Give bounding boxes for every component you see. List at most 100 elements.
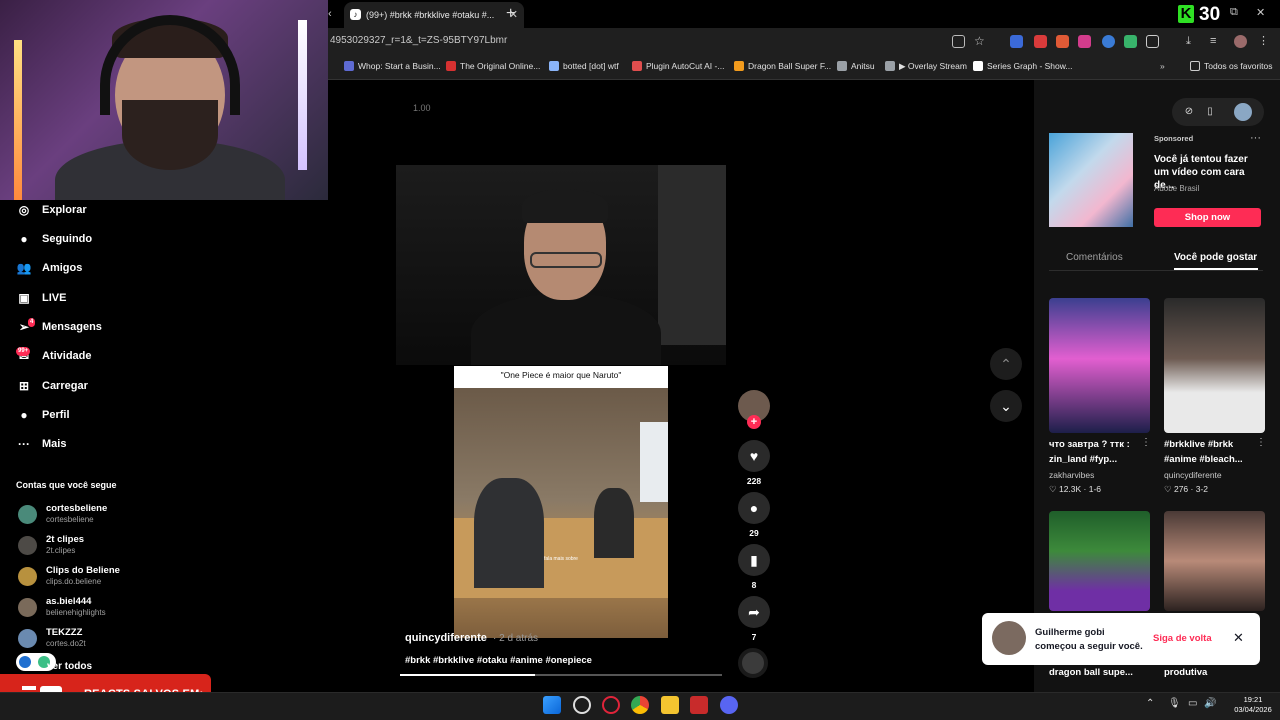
bookmark-star-icon[interactable]: ☆ (974, 35, 987, 48)
profile-icon: ● (20, 408, 28, 422)
video-author[interactable]: quincydiferente (405, 632, 487, 644)
restore-window-icon[interactable]: ⧉ (1230, 6, 1238, 19)
sponsored-label: Sponsored (1154, 134, 1194, 143)
all-bookmarks-folder[interactable]: Todos os favoritos (1190, 61, 1273, 71)
discord-icon[interactable] (720, 696, 738, 714)
clock-date: 03/04/2026 (1234, 705, 1272, 714)
led-light-right (298, 20, 307, 170)
close-window-icon[interactable]: ✕ (1256, 6, 1265, 19)
opera-gx-icon[interactable] (602, 696, 620, 714)
recommended-video-thumbnail[interactable] (1164, 511, 1265, 611)
phone-icon[interactable]: ▯ (1203, 105, 1217, 119)
recommended-video-stats: ♡ 12.3K · 1-6 (1049, 484, 1102, 494)
next-video-button[interactable]: ⌄ (990, 390, 1022, 422)
original-online-favicon-icon (446, 61, 456, 71)
user-avatar[interactable] (1234, 103, 1252, 121)
bookmark-anitsu[interactable]: Anitsu (837, 61, 875, 71)
volume-icon[interactable]: 🔊 (1204, 698, 1216, 709)
bookmark-whop[interactable]: Whop: Start a Busin... (344, 61, 441, 71)
account-handle: clips.do.beliene (46, 577, 102, 586)
messages-badge: 4 (28, 318, 36, 327)
ad-thumbnail[interactable] (1049, 133, 1133, 227)
card-more-icon[interactable]: ⋮ (1141, 437, 1151, 448)
account-handle: cortesbeliene (46, 515, 94, 524)
bookmark-botted[interactable]: botted [dot] wtf (549, 61, 619, 71)
tab-strip: ‹ ♪ (99+) #brkk #brkklive #otaku #... ✕ … (328, 0, 1280, 28)
browser-menu-icon[interactable]: ⋮ (1258, 35, 1271, 48)
save-button[interactable]: ▮ (738, 544, 770, 576)
music-disc-icon[interactable] (738, 648, 768, 678)
tab-scroll-left-icon[interactable]: ‹ (328, 0, 332, 28)
tab-you-may-like[interactable]: Você pode gostar (1174, 252, 1257, 263)
notification-text: Guilherme gobi começou a seguir você. (1035, 627, 1143, 652)
recommended-video-author[interactable]: zakharvibes (1049, 470, 1094, 480)
ad-more-icon[interactable]: ··· (1250, 132, 1261, 144)
url-text[interactable]: 4953029327_r=1&_t=ZS-95BTY97Lbmr (330, 35, 507, 46)
profile-avatar-icon[interactable] (1234, 35, 1247, 48)
sidebar-item-label: Seguindo (42, 233, 93, 245)
extension-6-icon[interactable] (1124, 35, 1137, 48)
tray-overflow-icon[interactable]: ⌃ (1146, 698, 1154, 709)
bookmark-dragon-ball[interactable]: Dragon Ball Super F... (734, 61, 831, 71)
app-icon[interactable] (690, 696, 708, 714)
bookmark-icon: ▮ (750, 552, 758, 568)
new-tab-button[interactable]: + (506, 0, 515, 28)
clip-screen (640, 422, 668, 502)
recommended-video-thumbnail[interactable] (1049, 298, 1150, 433)
extension-3-icon[interactable] (1056, 35, 1069, 48)
account-handle: cortes.do2t (46, 639, 86, 648)
media-controls-icon[interactable]: ≡ (1210, 35, 1223, 48)
recommended-video-title[interactable]: produtiva (1164, 665, 1264, 680)
like-button[interactable]: ♥ (738, 440, 770, 472)
share-button[interactable]: ➦ (738, 596, 770, 628)
extension-4-icon[interactable] (1078, 35, 1091, 48)
recommended-video-title[interactable]: dragon ball supe... (1049, 665, 1149, 680)
microphone-icon[interactable]: 🎙 (1168, 698, 1181, 709)
notification-avatar[interactable] (992, 621, 1026, 655)
bookmark-series-graph[interactable]: Series Graph - Show... (973, 61, 1073, 71)
extensions-puzzle-icon[interactable] (1146, 35, 1159, 48)
previous-video-button[interactable]: ⌃ (990, 348, 1022, 380)
streamer-webcam (0, 0, 328, 200)
comment-button[interactable]: ● (738, 492, 770, 524)
see-all-link[interactable]: ver todos (47, 661, 92, 672)
tab-comments[interactable]: Comentários (1066, 252, 1123, 263)
bookmark-autocut[interactable]: Plugin AutoCut AI -... (632, 61, 724, 71)
recommended-video-author[interactable]: quincydiferente (1164, 470, 1222, 480)
windows-start-icon[interactable] (543, 696, 561, 714)
video-progress-bar[interactable] (400, 674, 722, 676)
extension-2-icon[interactable] (1034, 35, 1047, 48)
sidebar-item-label: Atividade (42, 350, 92, 362)
close-icon[interactable]: ✕ (1233, 630, 1244, 646)
obs-icon[interactable] (573, 696, 591, 714)
card-more-icon[interactable]: ⋮ (1256, 437, 1266, 448)
recommended-video-thumbnail[interactable] (1049, 511, 1150, 611)
recommended-video-title[interactable]: что завтра ? ттк : zin_land #fyp... (1049, 437, 1149, 467)
file-explorer-icon[interactable] (661, 696, 679, 714)
account-avatar (18, 567, 37, 586)
system-clock[interactable]: 19:21 03/04/2026 (1228, 695, 1278, 715)
shop-now-button[interactable]: Shop now (1154, 208, 1261, 227)
bookmarks-overflow-icon[interactable]: » (1160, 61, 1165, 71)
extension-1-icon[interactable] (1010, 35, 1023, 48)
chrome-icon[interactable] (631, 696, 649, 714)
bookmark-overlay-stream[interactable]: ▶ Overlay Stream (885, 61, 967, 72)
recommended-video-thumbnail[interactable] (1164, 298, 1265, 433)
follow-plus-icon[interactable]: + (747, 415, 761, 429)
heart-icon: ♥ (749, 448, 759, 464)
whop-favicon-icon (344, 61, 354, 71)
video-player[interactable] (396, 165, 726, 365)
extension-5-icon[interactable] (1102, 35, 1115, 48)
network-icon[interactable]: ▭ (1188, 698, 1197, 709)
download-icon[interactable]: ⤓ (1186, 35, 1199, 48)
video-hashtags[interactable]: #brkk #brkklive #otaku #anime #onepiece (405, 655, 592, 666)
recommended-video-title[interactable]: #brkklive #brkk #anime #bleach... (1164, 437, 1264, 467)
follow-back-button[interactable]: Siga de volta (1153, 633, 1212, 644)
install-app-icon[interactable] (952, 35, 965, 48)
bookmark-original-online[interactable]: The Original Online... (446, 61, 540, 71)
active-tab[interactable]: ♪ (99+) #brkk #brkklive #otaku #... ✕ (344, 2, 524, 28)
tab-title: (99+) #brkk #brkklive #otaku #... (366, 10, 495, 20)
compass-small-icon[interactable]: ⊘ (1182, 105, 1196, 119)
address-bar[interactable]: 4953029327_r=1&_t=ZS-95BTY97Lbmr ☆ ⤓ ≡ ⋮ (328, 28, 1280, 56)
video-door (658, 165, 726, 345)
